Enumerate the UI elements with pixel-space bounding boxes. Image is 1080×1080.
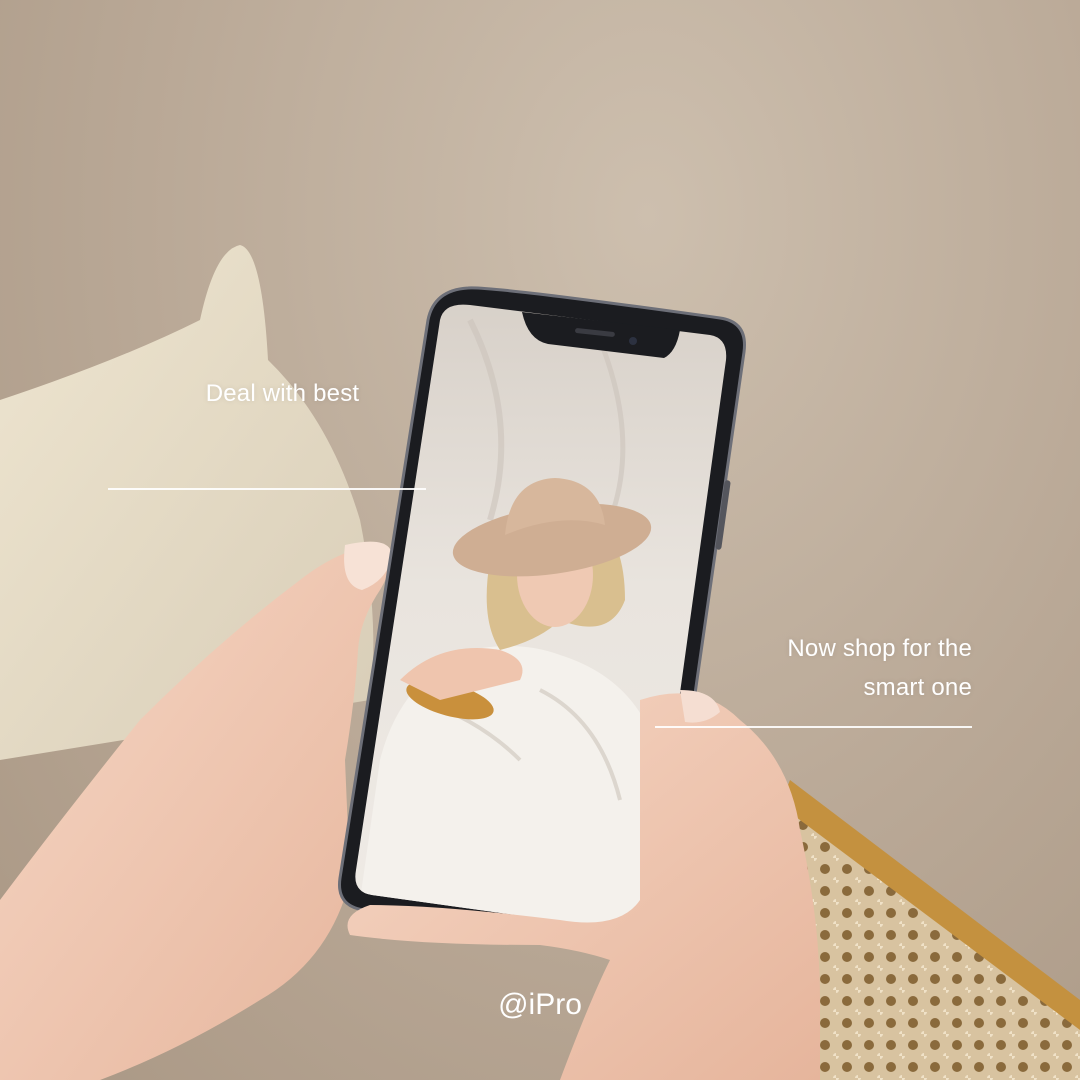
background-photo <box>0 245 1080 1080</box>
photo-scene: Deal with best Now shop for the smart on… <box>0 0 1080 1080</box>
caption-line-1: Now shop for the <box>787 635 972 662</box>
brand-handle: @iPro <box>498 988 582 1021</box>
left-divider-line <box>108 488 426 490</box>
caption-deal-with-best: Deal with best <box>205 380 360 407</box>
right-divider-line <box>655 726 972 728</box>
caption-line-2: smart one <box>863 674 972 701</box>
caption-shop-smart: Now shop for the smart one <box>712 629 972 707</box>
